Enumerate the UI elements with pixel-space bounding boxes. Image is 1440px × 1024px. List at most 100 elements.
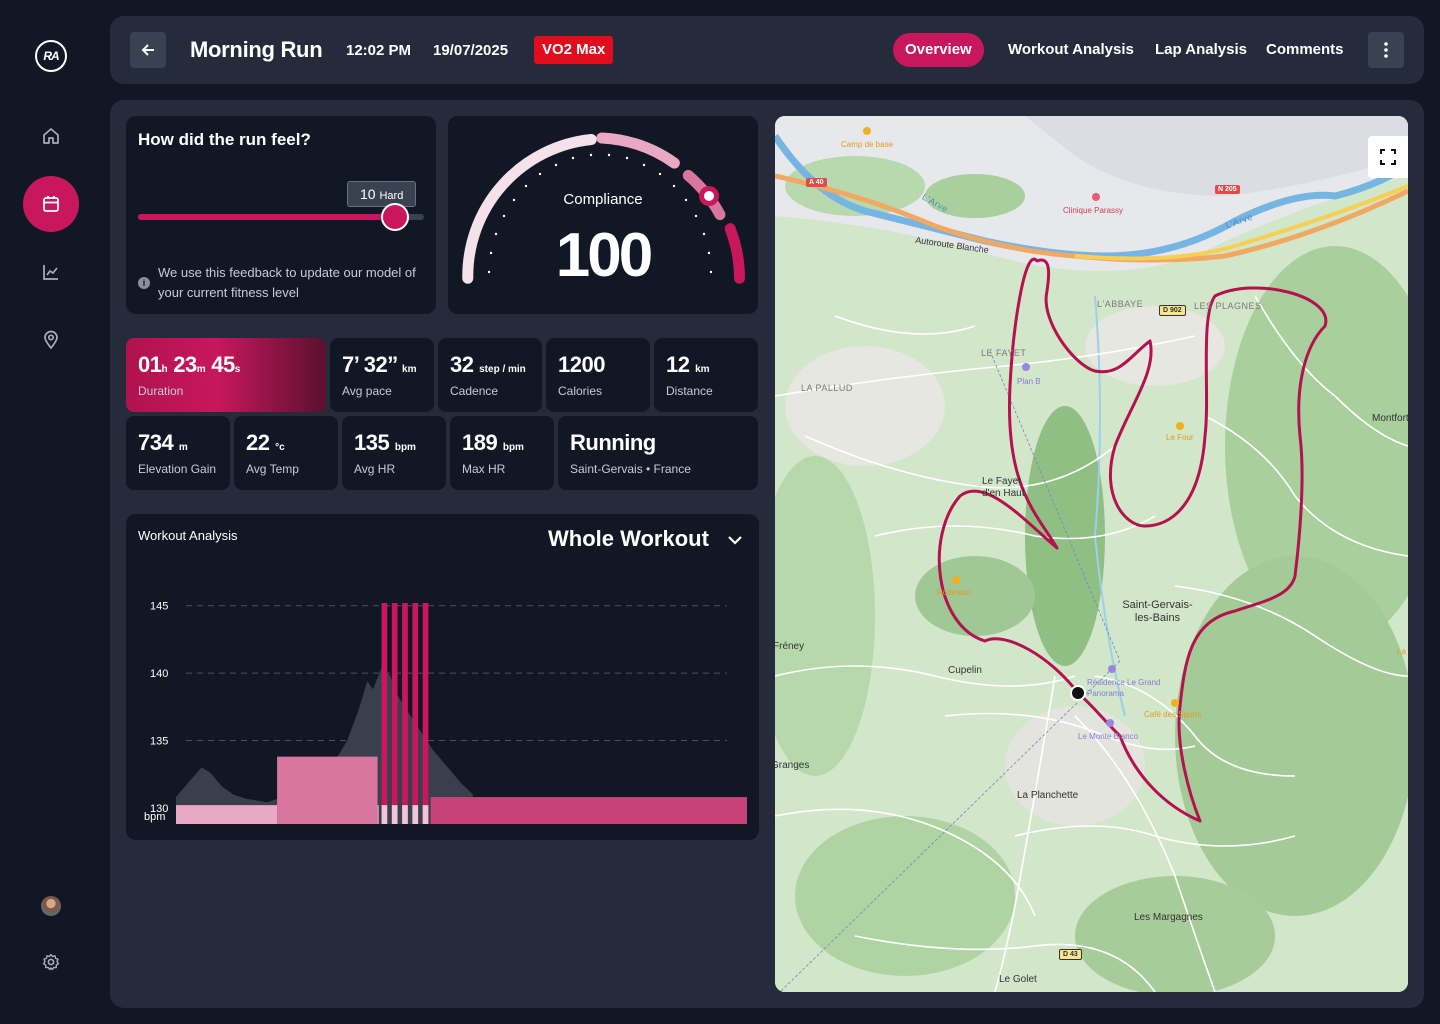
map-label: Les Margagnes	[1134, 912, 1203, 923]
duration-seconds-unit: s	[234, 364, 241, 375]
workout-time: 12:02 PM	[346, 42, 412, 59]
stat-value: Running	[570, 430, 656, 455]
workout-bar[interactable]	[381, 602, 388, 824]
duration-minutes: 23	[173, 352, 197, 377]
map-label: Résidence Le Grand Panorama	[1087, 678, 1161, 698]
map-label: Le Monte Bianco	[1078, 732, 1139, 741]
stat-unit: m	[178, 442, 188, 453]
stat-unit: °c	[275, 442, 285, 453]
run-feel-card: How did the run feel? 10 Hard i We use t…	[126, 116, 436, 314]
back-button[interactable]	[130, 32, 166, 68]
stat-label: Calories	[558, 384, 603, 398]
workout-bar[interactable]	[176, 805, 278, 824]
stat-value: 32	[450, 352, 474, 377]
stat-unit: bpm	[502, 442, 524, 453]
fullscreen-icon	[1380, 149, 1396, 165]
stat-value: 1200	[558, 352, 605, 377]
workout-bar[interactable]	[391, 602, 398, 824]
stat-label: Duration	[138, 384, 184, 398]
map-label: Le Fayet d'en Haut	[982, 476, 1025, 499]
stat-distance: 12 km Distance	[654, 338, 758, 412]
map-label: LES PLAGNES	[1194, 301, 1262, 311]
stat-value: 12	[666, 352, 690, 377]
compliance-value: 100	[555, 221, 653, 290]
tab-workout-analysis[interactable]: Workout Analysis	[1008, 33, 1134, 67]
map-label: Clinique Parassy	[1063, 206, 1124, 215]
y-tick-label: 145	[150, 601, 168, 613]
road-sign: N 205	[1215, 185, 1240, 194]
workout-bar[interactable]	[402, 602, 408, 824]
location-icon	[44, 330, 58, 350]
y-axis-label: bpm	[144, 811, 165, 823]
workout-bar[interactable]	[412, 602, 419, 824]
duration-hours: 01	[138, 352, 162, 377]
main-panel: How did the run feel? 10 Hard i We use t…	[110, 100, 1424, 1008]
stat-value: 189	[462, 430, 498, 455]
tab-overview[interactable]: Overview	[893, 33, 984, 67]
workout-type-badge: VO2 Max	[534, 36, 614, 64]
stat-label: Avg Temp	[246, 462, 299, 476]
road-sign: D 43	[1059, 949, 1082, 960]
effort-slider-thumb[interactable]	[381, 203, 410, 231]
settings-nav-button[interactable]	[23, 934, 79, 990]
avatar[interactable]	[41, 896, 61, 916]
map-label: Montfort	[1372, 413, 1408, 424]
workout-bar[interactable]	[277, 756, 378, 824]
effort-slider-fill	[138, 214, 396, 220]
stat-activity-type: Running Saint-Gervais • France	[558, 416, 758, 490]
y-tick-label: 140	[150, 668, 168, 680]
map-label: Plan B	[1017, 377, 1041, 386]
chart-icon	[43, 265, 58, 280]
stat-avg-hr: 135 bpm Avg HR	[342, 416, 446, 490]
map-label: La T	[1397, 647, 1408, 656]
effort-slider[interactable]	[138, 203, 424, 231]
more-options-button[interactable]	[1368, 32, 1404, 68]
road-sign: D 902	[1159, 305, 1186, 316]
map-label: Café des Sports	[1144, 710, 1202, 719]
interval-base	[391, 805, 398, 824]
app-logo[interactable]: RA	[35, 40, 67, 72]
calendar-nav-button[interactable]	[23, 176, 79, 232]
stat-calories: 1200 Calories	[546, 338, 650, 412]
tab-comments[interactable]: Comments	[1266, 33, 1344, 67]
stat-elevation-gain: 734 m Elevation Gain	[126, 416, 230, 490]
stat-value: 135	[354, 430, 390, 455]
map-label: Saint-Gervais-les-Bains	[1122, 599, 1193, 624]
info-icon: i	[138, 277, 150, 289]
page-title: Morning Run	[190, 37, 323, 62]
stat-unit: km	[695, 364, 710, 375]
interval-base	[412, 805, 419, 824]
duration-seconds: 45	[211, 352, 235, 377]
tab-lap-analysis[interactable]: Lap Analysis	[1155, 33, 1247, 67]
home-nav-button[interactable]	[23, 108, 79, 164]
more-vertical-icon	[1384, 42, 1388, 58]
analytics-nav-button[interactable]	[23, 244, 79, 300]
fullscreen-button[interactable]	[1368, 136, 1408, 178]
stat-value: 734	[138, 430, 174, 455]
duration-minutes-unit: m	[196, 364, 206, 375]
stat-location: Saint-Gervais • France	[570, 462, 691, 476]
location-nav-button[interactable]	[23, 312, 79, 368]
map-label: Robinson	[937, 588, 971, 597]
calendar-icon	[43, 196, 59, 212]
map-label: LA PALLUD	[801, 383, 853, 393]
stat-max-hr: 189 bpm Max HR	[450, 416, 554, 490]
effort-tooltip: 10 Hard	[347, 181, 417, 207]
stat-value: 7’ 32’’	[342, 352, 397, 377]
stat-label: Cadence	[450, 384, 499, 398]
home-icon	[43, 128, 59, 144]
map-label: LE FAYET	[981, 348, 1027, 358]
compliance-label: Compliance	[563, 191, 643, 208]
route-map[interactable]: Camp de base A 40 Clinique Parassy N 205…	[775, 116, 1408, 992]
compliance-card: Compliance 100	[448, 116, 758, 314]
stat-unit: bpm	[394, 442, 416, 453]
workout-date: 19/07/2025	[433, 42, 509, 59]
workout-bar[interactable]	[377, 805, 379, 824]
workout-analysis-card: Workout Analysis Whole Workout 145 140 135…	[126, 514, 759, 840]
workout-bar[interactable]	[422, 602, 429, 824]
map-label: Le Four	[1166, 433, 1194, 442]
road-sign: A 40	[806, 178, 827, 187]
workout-bar[interactable]	[430, 797, 747, 824]
map-label: Camp de base	[841, 140, 894, 149]
stat-unit: km	[402, 364, 417, 375]
